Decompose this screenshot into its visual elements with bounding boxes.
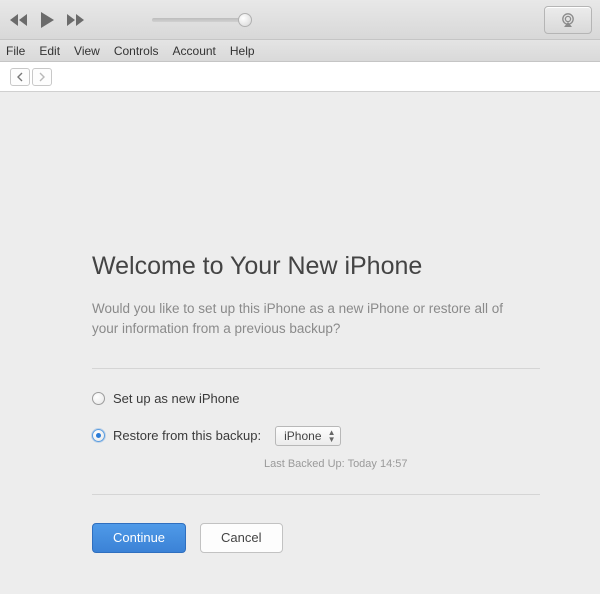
action-buttons: Continue Cancel [92,523,540,553]
divider [92,368,540,369]
backup-select-value: iPhone [284,429,321,443]
volume-slider[interactable] [152,18,252,22]
nav-back-button[interactable] [10,68,30,86]
radio-restore-backup[interactable] [92,429,105,442]
menu-controls[interactable]: Controls [114,44,159,58]
nav-bar [0,62,600,92]
continue-button[interactable]: Continue [92,523,186,553]
backup-select[interactable]: iPhone ▲▼ [275,426,340,446]
last-backup-label: Last Backed Up: Today 14:57 [264,458,540,470]
option-setup-new[interactable]: Set up as new iPhone [92,391,540,406]
page-title: Welcome to Your New iPhone [92,252,540,281]
volume-thumb[interactable] [238,13,252,27]
play-icon[interactable] [36,11,58,29]
menu-bar: File Edit View Controls Account Help [0,40,600,62]
chevron-right-icon [38,72,46,82]
page-subtitle: Would you like to set up this iPhone as … [92,299,512,340]
airplay-icon [559,12,577,28]
chevron-left-icon [16,72,24,82]
menu-view[interactable]: View [74,44,100,58]
radio-setup-new[interactable] [92,392,105,405]
airplay-button[interactable] [544,6,592,34]
playback-toolbar [0,0,600,40]
divider [92,494,540,495]
select-arrows-icon: ▲▼ [328,429,336,443]
fast-forward-icon[interactable] [64,13,86,27]
main-content: Welcome to Your New iPhone Would you lik… [0,92,600,553]
cancel-button[interactable]: Cancel [200,523,282,553]
option-setup-new-label: Set up as new iPhone [113,391,239,406]
setup-options: Set up as new iPhone Restore from this b… [92,391,540,470]
option-restore-backup-label: Restore from this backup: [113,428,261,443]
menu-account[interactable]: Account [173,44,216,58]
nav-forward-button[interactable] [32,68,52,86]
menu-file[interactable]: File [6,44,25,58]
option-restore-backup[interactable]: Restore from this backup: iPhone ▲▼ [92,426,540,446]
menu-edit[interactable]: Edit [39,44,60,58]
rewind-icon[interactable] [8,13,30,27]
menu-help[interactable]: Help [230,44,255,58]
